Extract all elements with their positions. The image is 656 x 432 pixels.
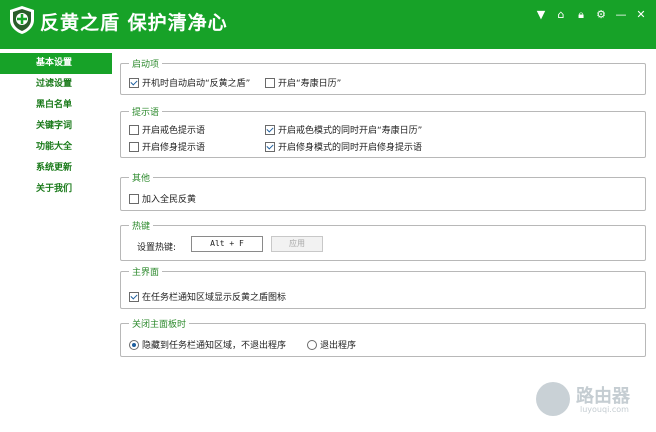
window-controls: ▼ ⌂ 🔒︎ ⚙ — ✕	[534, 8, 648, 22]
checkbox-box[interactable]	[265, 77, 275, 88]
minimize-icon[interactable]: —	[614, 8, 628, 22]
sidebar-item-blackwhite[interactable]: 黑白名单	[0, 95, 112, 116]
checkbox-box[interactable]	[129, 193, 139, 204]
lock-icon[interactable]: 🔒︎	[574, 8, 588, 22]
arrow-down-icon[interactable]: ▼	[534, 8, 548, 22]
calendar-checkbox[interactable]: 开启“寿康日历”	[265, 76, 341, 89]
hotkey-label: 设置热键:	[137, 243, 177, 253]
checkbox-box[interactable]	[265, 141, 275, 152]
checkbox-box[interactable]	[265, 124, 275, 135]
home-icon[interactable]: ⌂	[554, 8, 568, 22]
title-bar: 反黄之盾 保护清净心 ▼ ⌂ 🔒︎ ⚙ — ✕	[0, 0, 656, 49]
checkbox-box[interactable]	[129, 124, 139, 135]
sidebar-item-filter[interactable]: 过滤设置	[0, 74, 112, 95]
sidebar-item-about[interactable]: 关于我们	[0, 179, 112, 200]
join-checkbox[interactable]: 加入全民反黄	[129, 192, 196, 205]
watermark: 路由器 luyouqi.com	[536, 380, 646, 420]
abstain-calendar-checkbox[interactable]: 开启戒色模式的同时开启“寿康日历”	[265, 123, 422, 136]
router-logo-icon	[536, 382, 570, 416]
group-hotkey: 热键 设置热键: Alt + F 应用	[120, 219, 646, 261]
checkbox-box[interactable]	[129, 291, 139, 302]
radio-dot[interactable]	[129, 339, 139, 350]
autostart-checkbox[interactable]: 开机时自动启动“反黄之盾”	[129, 76, 250, 89]
tray-icon-checkbox[interactable]: 在任务栏通知区域显示反黄之盾图标	[129, 290, 286, 303]
shield-logo-icon	[10, 6, 34, 34]
group-startup: 启动项 开机时自动启动“反黄之盾” 开启“寿康日历”	[120, 57, 646, 95]
group-title: 提示语	[129, 105, 163, 118]
sidebar-item-keywords[interactable]: 关键字词	[0, 116, 112, 137]
checkbox-box[interactable]	[129, 141, 139, 152]
checkbox-box[interactable]	[129, 77, 139, 88]
group-close: 关闭主面板时 隐藏到任务栏通知区域，不退出程序 退出程序	[120, 317, 646, 357]
sidebar-item-features[interactable]: 功能大全	[0, 137, 112, 158]
hotkey-input[interactable]: Alt + F	[191, 236, 263, 252]
gear-icon[interactable]: ⚙	[594, 8, 608, 22]
watermark-url: luyouqi.com	[580, 405, 629, 414]
group-title: 其他	[129, 171, 154, 184]
apply-button[interactable]: 应用	[271, 236, 323, 252]
group-tips: 提示语 开启戒色提示语 开启戒色模式的同时开启“寿康日历” 开启修身提示语 开启…	[120, 105, 646, 158]
selfcult-tips-mode-checkbox[interactable]: 开启修身模式的同时开启修身提示语	[265, 140, 422, 153]
group-title: 启动项	[129, 57, 163, 70]
group-title: 关闭主面板时	[129, 317, 190, 330]
selfcult-tips-checkbox[interactable]: 开启修身提示语	[129, 140, 205, 153]
abstain-tips-checkbox[interactable]: 开启戒色提示语	[129, 123, 205, 136]
sidebar-item-update[interactable]: 系统更新	[0, 158, 112, 179]
group-title: 热键	[129, 219, 154, 232]
group-other: 其他 加入全民反黄	[120, 171, 646, 211]
exit-radio[interactable]: 退出程序	[307, 338, 356, 351]
group-title: 主界面	[129, 265, 163, 278]
radio-dot[interactable]	[307, 339, 317, 350]
close-icon[interactable]: ✕	[634, 8, 648, 22]
sidebar-item-basic[interactable]: 基本设置	[0, 53, 112, 74]
settings-panel: 启动项 开机时自动启动“反黄之盾” 开启“寿康日历” 提示语 开启戒色提示语 开…	[112, 49, 656, 432]
hide-tray-radio[interactable]: 隐藏到任务栏通知区域，不退出程序	[129, 338, 286, 351]
app-title: 反黄之盾 保护清净心	[40, 12, 228, 34]
sidebar: 基本设置 过滤设置 黑白名单 关键字词 功能大全 系统更新 关于我们	[0, 49, 112, 432]
group-mainui: 主界面 在任务栏通知区域显示反黄之盾图标	[120, 265, 646, 309]
